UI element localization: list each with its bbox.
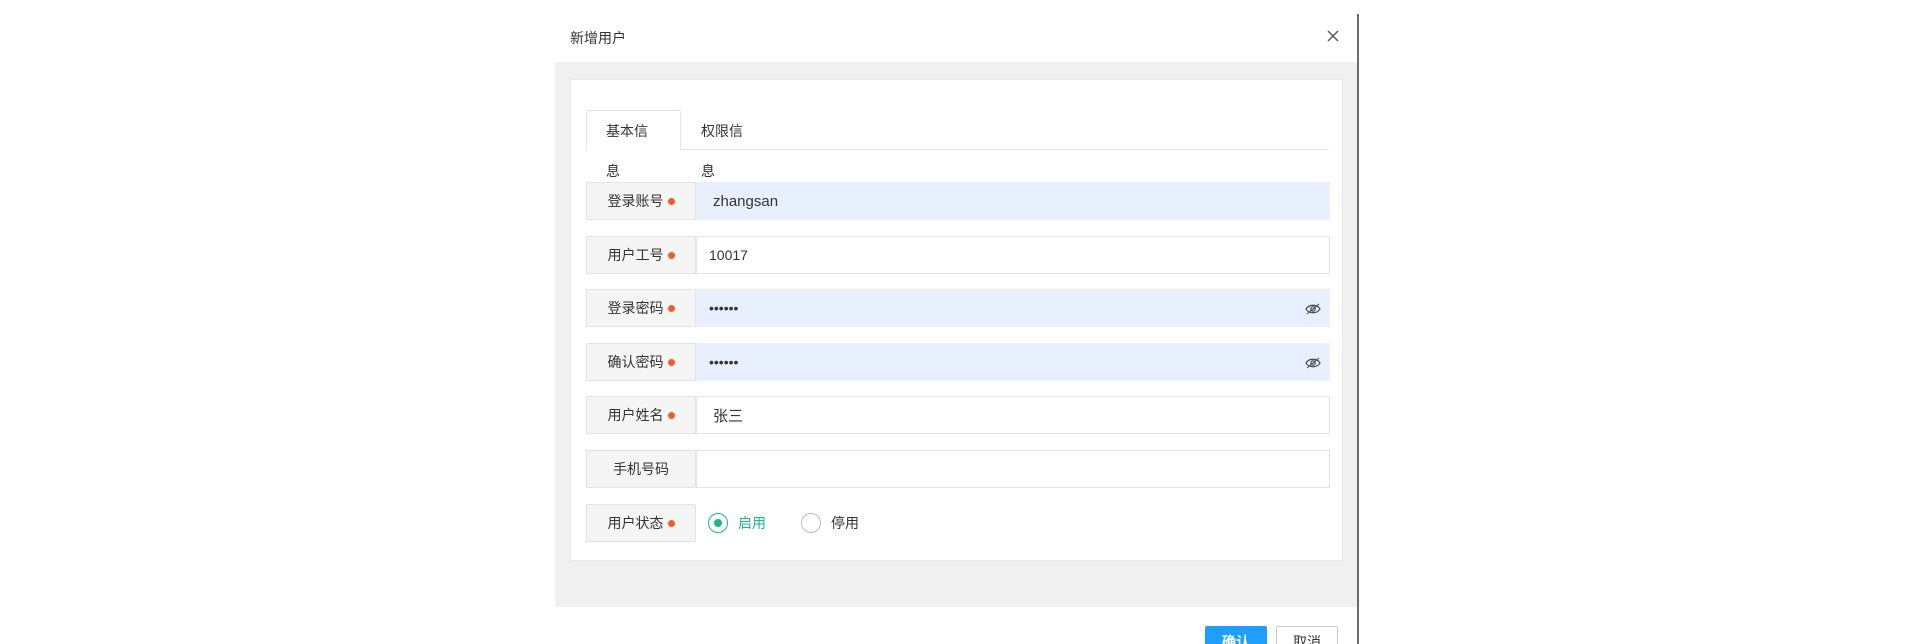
login-account-field [696,182,1330,220]
form-panel: 基本信息 权限信息 登录账号 用户工号 [570,79,1343,561]
dialog-body: 基本信息 权限信息 登录账号 用户工号 [555,62,1358,607]
close-icon [1327,30,1339,42]
confirm-password-input[interactable] [697,344,1329,380]
status-enable-label: 启用 [738,515,766,531]
form-row-login-account: 登录账号 [586,182,1330,220]
form-row-status: 用户状态 启用 停用 [586,504,1330,542]
user-name-input[interactable] [697,397,1329,433]
confirm-password-label-text: 确认密码 [607,354,664,370]
status-disable-label: 停用 [831,515,859,531]
form-row-confirm-password: 确认密码 [586,343,1330,381]
tab-permission-info[interactable]: 权限信息 [681,110,776,179]
login-account-label-text: 登录账号 [607,193,664,209]
radio-unchecked-icon [801,513,821,533]
confirm-button[interactable]: 确认 [1205,626,1267,644]
employee-no-input[interactable] [697,237,1329,273]
phone-input[interactable] [697,451,1329,487]
confirm-password-label: 确认密码 [586,343,696,381]
dialog-divider [1357,14,1359,644]
add-user-dialog: 新增用户 基本信息 权限信息 登录账号 zhangsan 用户工号 10017 … [555,0,1358,644]
required-dot [667,411,675,419]
form-row-phone: 手机号码 [586,450,1330,488]
tab-bar: 基本信息 权限信息 [586,110,1329,179]
close-button[interactable] [1325,28,1341,44]
dialog-header: 新增用户 [555,0,1358,62]
status-disable-radio[interactable]: 停用 [801,504,859,542]
eye-icon[interactable] [1305,356,1321,370]
login-account-label: 登录账号 [586,182,696,220]
status-label-text: 用户状态 [607,515,664,531]
user-name-label-text: 用户姓名 [607,407,664,423]
employee-no-label-text: 用户工号 [607,247,664,263]
password-field [696,289,1330,327]
password-input[interactable] [697,290,1329,326]
page: 新增用户 基本信息 权限信息 登录账号 zhangsan 用户工号 10017 … [0,0,1908,644]
required-dot [667,519,675,527]
status-label: 用户状态 [586,504,696,542]
status-enable-radio[interactable]: 启用 [708,504,766,542]
form-row-password: 登录密码 [586,289,1330,327]
required-dot [667,358,675,366]
form-row-employee-no: 用户工号 [586,236,1330,274]
login-account-input[interactable] [697,183,1329,219]
radio-checked-icon [708,513,728,533]
required-dot [667,197,675,205]
password-label-text: 登录密码 [607,300,664,316]
required-dot [667,304,675,312]
password-label: 登录密码 [586,289,696,327]
employee-no-field [696,236,1330,274]
user-name-field [696,396,1330,434]
dialog-title: 新增用户 [570,30,626,46]
employee-no-label: 用户工号 [586,236,696,274]
form-row-user-name: 用户姓名 [586,396,1330,434]
tab-basic-info[interactable]: 基本信息 [586,110,681,179]
required-dot [667,251,675,259]
user-name-label: 用户姓名 [586,396,696,434]
cancel-button[interactable]: 取消 [1276,626,1338,644]
phone-field [696,450,1330,488]
phone-label: 手机号码 [586,450,696,488]
eye-icon[interactable] [1305,302,1321,316]
confirm-password-field [696,343,1330,381]
